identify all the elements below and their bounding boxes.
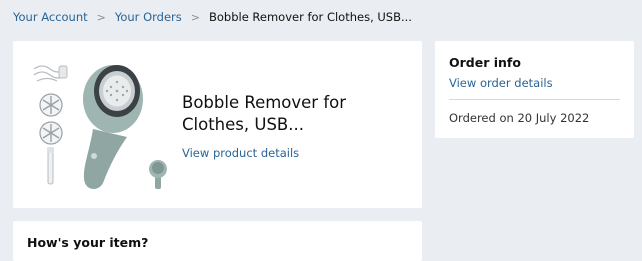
product-card: Bobble Remover for Clothes, USB... View … bbox=[13, 41, 422, 208]
divider bbox=[449, 99, 620, 100]
breadcrumb: Your Account > Your Orders > Bobble Remo… bbox=[13, 10, 412, 24]
breadcrumb-your-account-link[interactable]: Your Account bbox=[13, 10, 88, 24]
view-product-details-link[interactable]: View product details bbox=[182, 146, 299, 160]
item-review-card: How's your item? bbox=[13, 221, 422, 261]
product-image[interactable] bbox=[31, 59, 173, 193]
breadcrumb-separator: > bbox=[190, 10, 200, 24]
breadcrumb-current-page: Bobble Remover for Clothes, USB... bbox=[208, 10, 412, 24]
order-info-title: Order info bbox=[449, 55, 521, 70]
order-date: Ordered on 20 July 2022 bbox=[449, 111, 590, 125]
breadcrumb-separator: > bbox=[96, 10, 106, 24]
review-heading: How's your item? bbox=[27, 235, 149, 250]
breadcrumb-your-orders-link[interactable]: Your Orders bbox=[115, 10, 182, 24]
product-title[interactable]: Bobble Remover for Clothes, USB... bbox=[182, 92, 382, 136]
view-order-details-link[interactable]: View order details bbox=[449, 76, 553, 90]
order-info-card: Order info View order details Ordered on… bbox=[435, 41, 634, 138]
bobble-remover-icon bbox=[33, 65, 167, 189]
